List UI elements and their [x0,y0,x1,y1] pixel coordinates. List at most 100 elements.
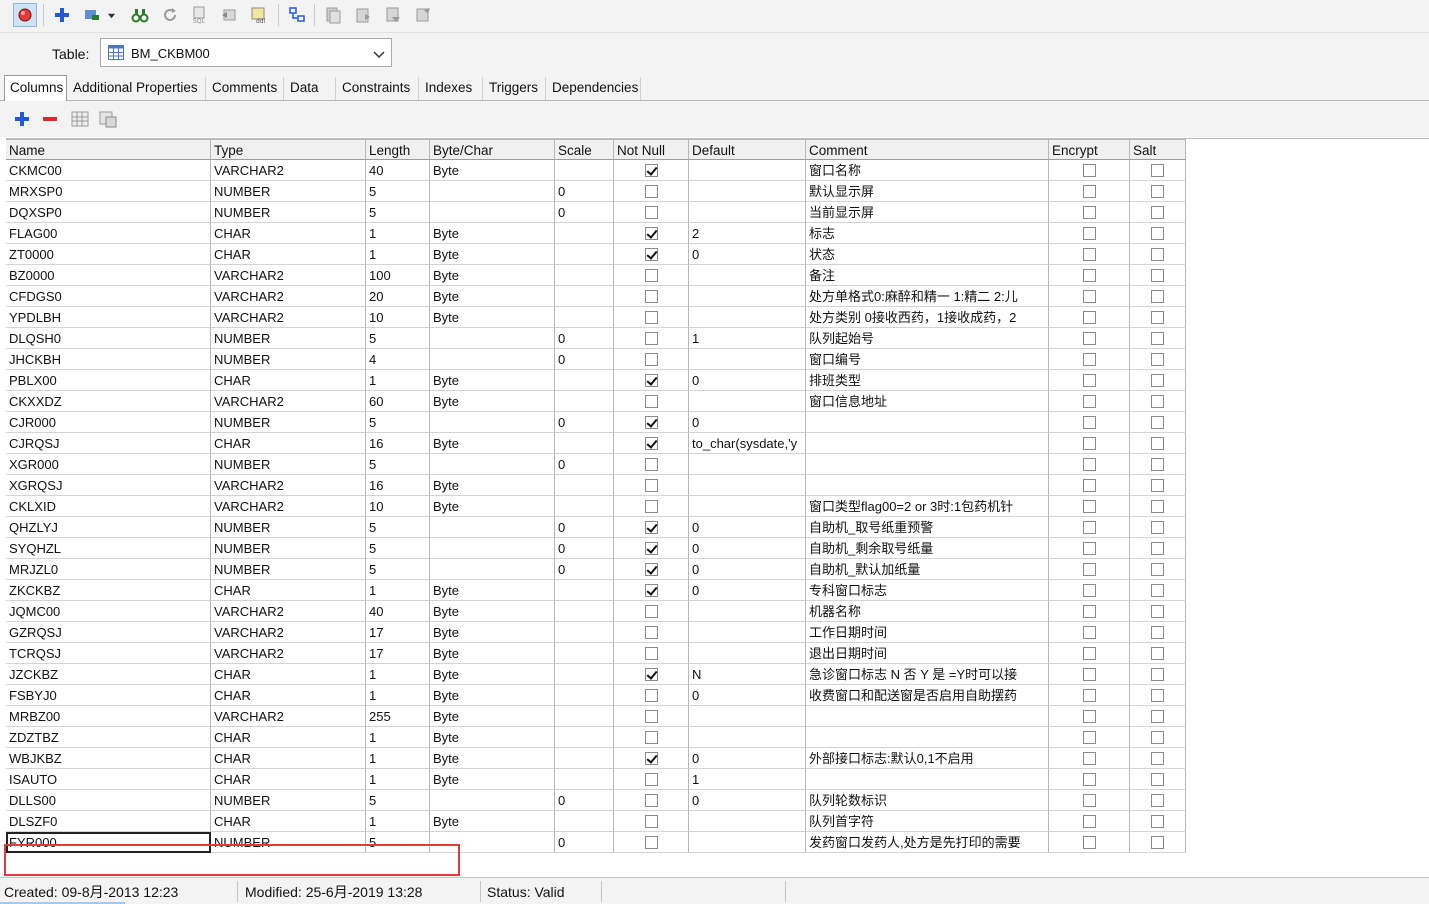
cell-type[interactable]: VARCHAR2 [211,391,366,412]
cell-comment[interactable] [806,433,1049,454]
cell-bytechar[interactable]: Byte [430,223,555,244]
cell-default[interactable]: 0 [689,244,806,265]
cell-type[interactable]: CHAR [211,433,366,454]
cell-default[interactable]: 0 [689,580,806,601]
notnull-checkbox[interactable] [644,541,658,555]
encrypt-checkbox[interactable] [1082,457,1096,471]
cell-default[interactable]: to_char(sysdate,'y [689,433,806,454]
cell-default[interactable]: 0 [689,559,806,580]
cell-type[interactable]: CHAR [211,580,366,601]
cell-scale[interactable]: 0 [555,349,614,370]
sql-icon[interactable]: SQL [188,3,212,27]
cell-length[interactable]: 5 [366,181,430,202]
salt-checkbox[interactable] [1151,730,1164,744]
cell-default[interactable] [689,349,806,370]
encrypt-checkbox[interactable] [1082,163,1096,177]
record-icon[interactable] [13,3,37,27]
cell-name[interactable]: FYR000 [6,832,211,853]
cell-default[interactable] [689,286,806,307]
cell-default[interactable] [689,202,806,223]
encrypt-checkbox[interactable] [1082,499,1096,513]
cell-scale[interactable] [555,391,614,412]
cell-type[interactable]: NUMBER [211,790,366,811]
cell-length[interactable]: 1 [366,580,430,601]
encrypt-checkbox[interactable] [1082,751,1096,765]
cell-default[interactable]: 0 [689,538,806,559]
notnull-checkbox[interactable] [644,520,658,534]
encrypt-checkbox[interactable] [1082,415,1096,429]
column-header-bytechar[interactable]: Byte/Char [430,139,555,160]
cell-name[interactable]: CJR000 [6,412,211,433]
cell-type[interactable]: CHAR [211,769,366,790]
cell-length[interactable]: 10 [366,496,430,517]
cell-comment[interactable]: 状态 [806,244,1049,265]
salt-checkbox[interactable] [1151,478,1164,492]
cell-comment[interactable] [806,454,1049,475]
cell-scale[interactable] [555,664,614,685]
cell-type[interactable]: VARCHAR2 [211,475,366,496]
cell-scale[interactable] [555,601,614,622]
cell-length[interactable]: 4 [366,349,430,370]
notnull-checkbox[interactable] [644,352,658,366]
cell-scale[interactable] [555,643,614,664]
notnull-checkbox[interactable] [644,667,658,681]
cell-default[interactable]: 1 [689,328,806,349]
cell-type[interactable]: CHAR [211,748,366,769]
cell-bytechar[interactable] [430,790,555,811]
cell-scale[interactable] [555,622,614,643]
cell-bytechar[interactable]: Byte [430,160,555,181]
salt-checkbox[interactable] [1151,289,1164,303]
salt-checkbox[interactable] [1151,247,1164,261]
cell-comment[interactable]: 队列起始号 [806,328,1049,349]
reload-icon[interactable] [158,3,182,27]
cell-comment[interactable]: 当前显示屏 [806,202,1049,223]
cell-default[interactable] [689,181,806,202]
cell-comment[interactable]: 窗口名称 [806,160,1049,181]
paste-icon[interactable] [351,3,375,27]
cell-bytechar[interactable]: Byte [430,265,555,286]
column-header-scale[interactable]: Scale [555,139,614,160]
cell-bytechar[interactable]: Byte [430,433,555,454]
cell-name[interactable]: GZRQSJ [6,622,211,643]
cell-type[interactable]: NUMBER [211,517,366,538]
cell-comment[interactable]: 窗口编号 [806,349,1049,370]
cell-length[interactable]: 17 [366,643,430,664]
cell-length[interactable]: 16 [366,433,430,454]
cell-default[interactable] [689,391,806,412]
notnull-checkbox[interactable] [644,562,658,576]
encrypt-checkbox[interactable] [1082,247,1096,261]
cell-scale[interactable] [555,811,614,832]
salt-checkbox[interactable] [1151,646,1164,660]
cell-type[interactable]: CHAR [211,664,366,685]
cell-length[interactable]: 40 [366,160,430,181]
cell-scale[interactable] [555,433,614,454]
cell-name[interactable]: JQMC00 [6,601,211,622]
salt-checkbox[interactable] [1151,667,1164,681]
salt-checkbox[interactable] [1151,268,1164,282]
cell-scale[interactable] [555,475,614,496]
notnull-checkbox[interactable] [644,835,658,849]
column-header-comment[interactable]: Comment [806,139,1049,160]
cell-name[interactable]: YPDLBH [6,307,211,328]
notnull-checkbox[interactable] [644,163,658,177]
cell-length[interactable]: 5 [366,328,430,349]
cell-comment[interactable]: 队列轮数标识 [806,790,1049,811]
cell-default[interactable]: N [689,664,806,685]
cell-bytechar[interactable] [430,328,555,349]
encrypt-checkbox[interactable] [1082,352,1096,366]
tab-constraints[interactable]: Constraints [337,77,419,100]
cell-scale[interactable] [555,685,614,706]
encrypt-checkbox[interactable] [1082,184,1096,198]
encrypt-checkbox[interactable] [1082,646,1096,660]
salt-checkbox[interactable] [1151,415,1164,429]
cell-bytechar[interactable]: Byte [430,769,555,790]
settings-icon[interactable] [411,3,435,27]
salt-checkbox[interactable] [1151,583,1164,597]
salt-checkbox[interactable] [1151,163,1164,177]
cell-bytechar[interactable] [430,202,555,223]
encrypt-checkbox[interactable] [1082,793,1096,807]
tab-columns[interactable]: Columns [4,75,67,101]
cell-default[interactable]: 0 [689,370,806,391]
notnull-checkbox[interactable] [644,415,658,429]
cell-scale[interactable] [555,370,614,391]
